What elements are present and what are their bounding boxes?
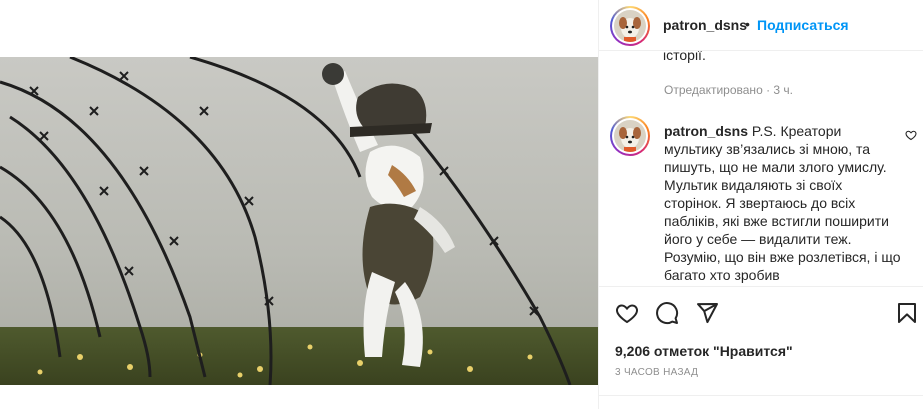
post-media xyxy=(0,0,598,409)
comment-avatar[interactable] xyxy=(610,116,650,156)
comment-icon[interactable] xyxy=(655,301,679,325)
dog-avatar-icon xyxy=(614,10,646,42)
video-frame xyxy=(0,57,598,385)
post-video[interactable] xyxy=(0,57,598,385)
post-actions: 9,206 отметок "Нравится" 3 часов назад xyxy=(599,286,923,410)
comment-text: P.S. Креатори мультику зв’язались зі мно… xyxy=(664,123,901,283)
edited-timestamp: Отредактировано · 3 ч. xyxy=(664,83,793,97)
actions-divider xyxy=(599,395,923,396)
comment-like-heart-icon[interactable] xyxy=(905,129,917,141)
avatar[interactable] xyxy=(610,6,650,46)
post-side-panel: patron_dsns • Подписаться історії. Отред… xyxy=(599,0,923,409)
post-time[interactable]: 3 часов назад xyxy=(615,367,698,378)
header-username[interactable]: patron_dsns xyxy=(663,17,747,33)
follow-button[interactable]: Подписаться xyxy=(757,17,849,33)
header-separator: • xyxy=(745,16,750,32)
heart-icon[interactable] xyxy=(615,301,639,325)
dog-avatar-icon xyxy=(614,120,646,152)
likes-count[interactable]: 9,206 отметок "Нравится" xyxy=(615,343,793,359)
comment-body: patron_dsns P.S. Креатори мультику зв’яз… xyxy=(664,122,902,284)
comments-list[interactable]: історії. Отредактировано · 3 ч. patron_d… xyxy=(599,51,923,285)
paper-plane-icon[interactable] xyxy=(695,301,719,325)
comment-username[interactable]: patron_dsns xyxy=(664,123,748,139)
caption-tail: історії. xyxy=(663,51,706,63)
bookmark-icon[interactable] xyxy=(895,301,919,325)
post-header: patron_dsns • Подписаться xyxy=(599,0,923,51)
